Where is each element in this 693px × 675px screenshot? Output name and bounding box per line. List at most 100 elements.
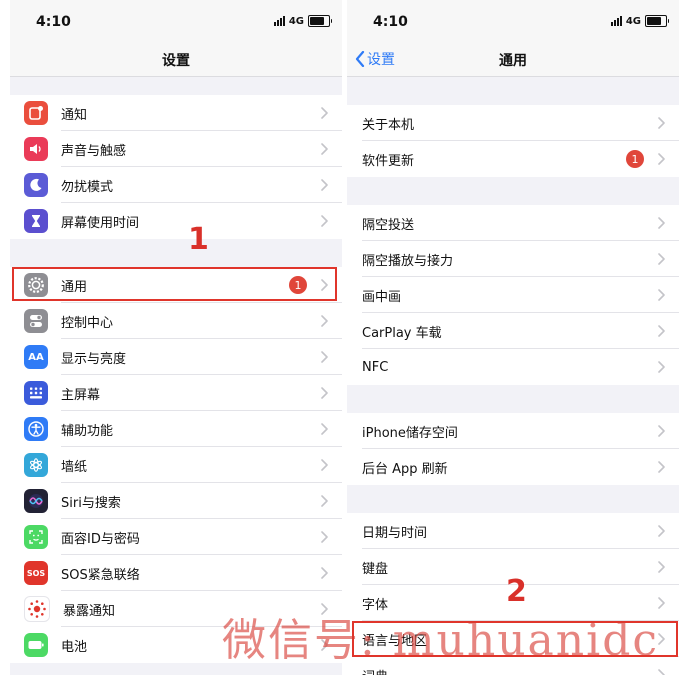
right-row-语言与地区[interactable]: 语言与地区 [347, 621, 679, 657]
row-label: SOS紧急联络 [61, 567, 140, 583]
chevron-right-icon [658, 633, 665, 645]
left-row-电池[interactable]: 电池 [10, 627, 342, 663]
row-label: 后台 App 刷新 [362, 461, 448, 477]
section-gap [347, 177, 679, 205]
row-label: 软件更新 [362, 153, 415, 169]
right-row-carplay-车载[interactable]: CarPlay 车载 [347, 313, 679, 349]
battery-icon [24, 633, 48, 657]
left-row-勿扰模式[interactable]: 勿扰模式 [10, 167, 342, 203]
battery-status-icon [308, 15, 332, 27]
left-row-显示与亮度[interactable]: AA 显示与亮度 [10, 339, 342, 375]
flower-icon [24, 453, 48, 477]
left-row-通知[interactable]: 通知 [10, 95, 342, 131]
row-label: 主屏幕 [61, 387, 101, 403]
left-row-通用[interactable]: 通用 1 [10, 267, 342, 303]
status-bar: 4:10 4G [347, 0, 679, 44]
left-row-控制中心[interactable]: 控制中心 [10, 303, 342, 339]
row-label: NFC [362, 359, 389, 375]
status-time: 4:10 [373, 14, 408, 30]
chevron-right-icon [321, 143, 328, 155]
face-id-icon [24, 525, 48, 549]
right-row-日期与时间[interactable]: 日期与时间 [347, 513, 679, 549]
step-number-2: 2 [506, 574, 527, 609]
row-label: 声音与触感 [61, 143, 127, 159]
chevron-right-icon [321, 179, 328, 191]
left-row-sos紧急联络[interactable]: SOS SOS紧急联络 [10, 555, 342, 591]
row-label: 暴露通知 [63, 603, 116, 619]
chevron-right-icon [321, 495, 328, 507]
row-label: 通用 [61, 279, 88, 295]
right-row-nfc[interactable]: NFC [347, 349, 679, 385]
row-label: 隔空播放与接力 [362, 253, 454, 269]
notification-icon [24, 101, 48, 125]
settings-screen: 4:10 4G 设置 通知 声音与触感 勿扰模式 屏幕使用时间 通用 1 控制中心 AA 显示与… [10, 0, 342, 675]
step-number-1: 1 [188, 222, 209, 257]
row-label: 墙纸 [61, 459, 88, 475]
chevron-right-icon [658, 561, 665, 573]
left-row-辅助功能[interactable]: 辅助功能 [10, 411, 342, 447]
chevron-right-icon [658, 461, 665, 473]
gear-icon [24, 273, 48, 297]
home-grid-icon [24, 381, 48, 405]
exposure-icon [24, 596, 50, 622]
section-gap [347, 385, 679, 413]
right-row-软件更新[interactable]: 软件更新 1 [347, 141, 679, 177]
chevron-right-icon [321, 107, 328, 119]
left-row-面容id与密码[interactable]: 面容ID与密码 [10, 519, 342, 555]
speaker-icon [24, 137, 48, 161]
chevron-right-icon [658, 117, 665, 129]
signal-icon [273, 16, 285, 26]
left-row-siri与搜索[interactable]: Siri与搜索 [10, 483, 342, 519]
siri-icon [24, 489, 48, 513]
left-row-主屏幕[interactable]: 主屏幕 [10, 375, 342, 411]
chevron-right-icon [658, 325, 665, 337]
right-row-关于本机[interactable]: 关于本机 [347, 105, 679, 141]
chevron-right-icon [321, 315, 328, 327]
status-bar: 4:10 4G [10, 0, 342, 44]
right-row-隔空播放与接力[interactable]: 隔空播放与接力 [347, 241, 679, 277]
row-label: CarPlay 车载 [362, 325, 442, 341]
right-row-词典[interactable]: 词典 [347, 657, 679, 675]
row-label: 勿扰模式 [61, 179, 114, 195]
row-label: 电池 [61, 639, 88, 655]
status-time: 4:10 [36, 14, 71, 30]
chevron-right-icon [658, 153, 665, 165]
left-row-墙纸[interactable]: 墙纸 [10, 447, 342, 483]
chevron-right-icon [321, 423, 328, 435]
chevron-right-icon [321, 531, 328, 543]
row-label: Siri与搜索 [61, 495, 121, 511]
right-row-后台-app-刷新[interactable]: 后台 App 刷新 [347, 449, 679, 485]
section-gap [347, 485, 679, 513]
hourglass-icon [24, 209, 48, 233]
right-row-iphone储存空间[interactable]: iPhone储存空间 [347, 413, 679, 449]
chevron-right-icon [321, 351, 328, 363]
chevron-right-icon [321, 279, 328, 291]
left-row-声音与触感[interactable]: 声音与触感 [10, 131, 342, 167]
text-size-icon: AA [24, 345, 48, 369]
left-row-暴露通知[interactable]: 暴露通知 [10, 591, 342, 627]
row-label: 隔空投送 [362, 217, 415, 233]
chevron-right-icon [658, 669, 665, 675]
accessibility-icon [24, 417, 48, 441]
right-row-画中画[interactable]: 画中画 [347, 277, 679, 313]
settings-list: 通知 声音与触感 勿扰模式 屏幕使用时间 通用 1 控制中心 AA 显示与亮度 主屏幕 辅助功能 墙纸… [10, 77, 342, 663]
right-row-隔空投送[interactable]: 隔空投送 [347, 205, 679, 241]
signal-icon [610, 16, 622, 26]
row-label: 通知 [61, 107, 88, 123]
notification-badge: 1 [626, 150, 644, 168]
section-gap [347, 77, 679, 105]
row-label: iPhone储存空间 [362, 425, 458, 441]
page-title: 通用 [499, 53, 527, 69]
chevron-right-icon [321, 215, 328, 227]
battery-status-icon [645, 15, 669, 27]
left-row-屏幕使用时间[interactable]: 屏幕使用时间 [10, 203, 342, 239]
chevron-right-icon [658, 253, 665, 265]
general-nav-bar: 设置 通用 [347, 44, 679, 77]
row-label: 语言与地区 [362, 633, 428, 649]
row-label: 词典 [362, 666, 658, 675]
row-label: 日期与时间 [362, 525, 428, 541]
moon-icon [24, 173, 48, 197]
chevron-right-icon [658, 425, 665, 437]
chevron-right-icon [658, 361, 665, 373]
row-label: 关于本机 [362, 117, 415, 133]
